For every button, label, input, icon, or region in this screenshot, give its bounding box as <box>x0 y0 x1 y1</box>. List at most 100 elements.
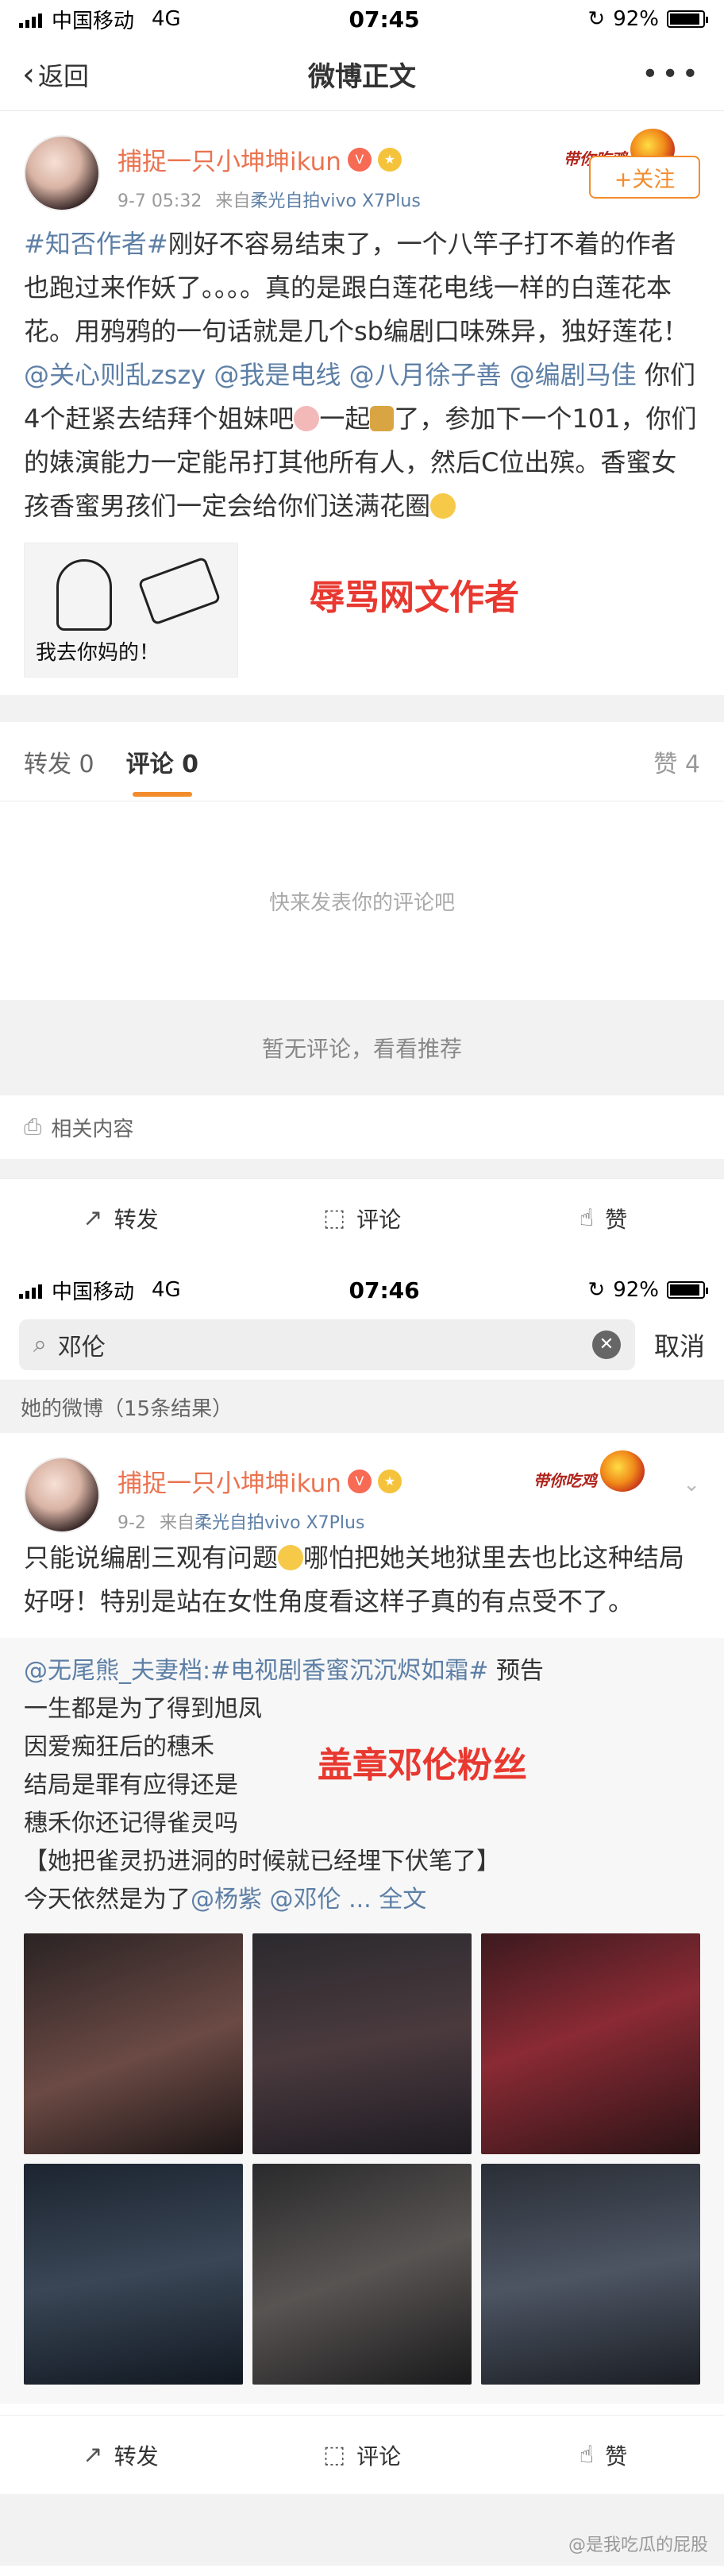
level-badge-icon-2: ★ <box>377 1469 402 1493</box>
no-comment-text[interactable]: 暂无评论，看看推荐 <box>262 1032 462 1064</box>
grid-image[interactable] <box>24 1933 243 2154</box>
thinking-emoji-icon-2 <box>278 1545 304 1570</box>
grid-image[interactable] <box>252 2164 472 2385</box>
vip-badge-icon: V <box>347 147 372 172</box>
page-title: 微博正文 <box>308 61 416 93</box>
chicken-icon-2 <box>600 1450 645 1492</box>
thinking-emoji-icon <box>430 493 456 519</box>
search-query: 邓伦 <box>57 1333 106 1361</box>
mention-denglun[interactable]: @邓伦 <box>270 1886 341 1914</box>
post-timestamp-2: 9-2 <box>117 1513 146 1533</box>
comment-button-2[interactable]: ⬚ 评论 <box>241 2439 483 2471</box>
clock: 07:45 <box>349 6 420 33</box>
decoration-text-2: 带你吃鸡 <box>533 1471 597 1490</box>
search-bar: ⌕ 邓伦 ✕ 取消 <box>0 1309 724 1381</box>
tab-like[interactable]: 赞 4 <box>653 744 700 779</box>
comment-icon-2: ⬚ <box>322 2441 346 2469</box>
lock-emoji-icon <box>370 406 395 431</box>
like-button-2[interactable]: ☝ 赞 <box>483 2439 724 2471</box>
post-text-segment <box>502 360 510 390</box>
quote-author[interactable]: @无尾熊_夫妻档 <box>24 1657 202 1685</box>
like-label-2: 赞 <box>605 2443 628 2470</box>
decoration-sticker-2: 带你吃鸡 <box>533 1450 660 1501</box>
related-content[interactable]: ⎙ 相关内容 <box>0 1095 724 1159</box>
quote-after: 预告 <box>488 1657 544 1685</box>
source-prefix: 来自 <box>215 191 251 211</box>
avatar[interactable] <box>24 135 100 211</box>
post-link[interactable]: @关心则乱zszy <box>24 360 206 390</box>
grid-image[interactable] <box>24 2164 243 2385</box>
grid-image[interactable] <box>481 2164 700 2385</box>
interaction-tabs: 转发 0 评论 0 赞 4 <box>0 722 724 801</box>
post-source-2[interactable]: 柔光自拍vivo X7Plus <box>194 1513 364 1533</box>
more-icon[interactable]: ••• <box>641 58 702 91</box>
post-text-segment <box>206 360 214 390</box>
post-source[interactable]: 柔光自拍vivo X7Plus <box>250 191 420 211</box>
grid-image[interactable] <box>252 1933 472 2154</box>
post-header-2: 捕捉一只小坤坤ikun V ★ 9-2 来自柔光自拍vivo X7Plus 带你… <box>24 1433 700 1533</box>
carrier-label-2: 中国移动 <box>52 1280 135 1304</box>
comment-button[interactable]: ⬚ 评论 <box>241 1203 483 1234</box>
signal-icon-2 <box>19 1281 42 1299</box>
post-link[interactable]: @编剧马佳 <box>510 360 637 390</box>
post-link[interactable]: @八月徐子善 <box>349 360 502 390</box>
post-timestamp: 9-7 05:32 <box>117 191 202 211</box>
results-header: 她的微博（15条结果） <box>0 1381 724 1433</box>
ghost-figure <box>56 559 112 631</box>
username-2[interactable]: 捕捉一只小坤坤ikun <box>117 1463 341 1499</box>
post-text-tail1: 一起 <box>319 404 371 434</box>
username[interactable]: 捕捉一只小坤坤ikun <box>117 141 341 177</box>
orientation-lock-icon-2: ↻ <box>587 1278 606 1302</box>
comment-prompt[interactable]: 快来发表你的评论吧 <box>269 886 455 916</box>
tab-repost[interactable]: 转发 0 <box>24 744 94 779</box>
post-text-segment <box>341 360 349 390</box>
post-text: #知否作者#刚好不容易结束了，一个八竿子打不着的作者也跑过来作妖了。。。。真的是… <box>24 222 700 528</box>
back-button[interactable]: ‹ 返回 <box>22 56 89 93</box>
annotation-label: 辱骂网文作者 <box>310 577 519 618</box>
thumbs-up-icon: ☝ <box>579 1204 595 1232</box>
cancel-button[interactable]: 取消 <box>654 1327 705 1363</box>
repost-button-2[interactable]: ↗ 转发 <box>0 2439 241 2471</box>
tab-comment[interactable]: 评论 0 <box>126 744 198 797</box>
avatar-2[interactable] <box>24 1457 100 1533</box>
nav-bar: ‹ 返回 微博正文 ••• <box>0 38 724 111</box>
quoted-post[interactable]: @无尾熊_夫妻档:#电视剧香蜜沉沉烬如霜# 预告 一生都是为了得到旭凤 因爱痴狂… <box>0 1638 724 2404</box>
orientation-lock-icon: ↻ <box>587 7 606 31</box>
footer-strip: @是我吃瓜的屁股 <box>0 2494 724 2566</box>
mention-yangzi[interactable]: @杨紫 <box>191 1886 262 1914</box>
source-prefix-2: 来自 <box>159 1513 194 1533</box>
repost-button[interactable]: ↗ 转发 <box>0 1203 241 1234</box>
signal-icon <box>19 10 42 28</box>
follow-button[interactable]: +关注 <box>589 156 700 199</box>
post-link[interactable]: #知否作者# <box>24 229 168 259</box>
repost-label: 转发 <box>114 1206 159 1233</box>
bottom-toolbar-2: ↗ 转发 ⬚ 评论 ☝ 赞 <box>0 2415 724 2494</box>
comment-empty-state: 快来发表你的评论吧 <box>0 801 724 1000</box>
repost-icon-2: ↗ <box>83 2441 103 2469</box>
search-input[interactable]: ⌕ 邓伦 ✕ <box>19 1319 635 1370</box>
screen-post-detail: 中国移动 4G 07:45 ↻ 92% ‹ 返回 微博正文 ••• 捕捉一只小坤… <box>0 0 724 1271</box>
quote-line: 穗禾你还记得雀灵吗 <box>24 1809 238 1837</box>
full-text-link[interactable]: ... 全文 <box>349 1886 426 1914</box>
annotation-label-2: 盖章邓伦粉丝 <box>318 1745 527 1786</box>
meme-caption: 我去你妈的！ <box>36 641 160 665</box>
meme-image[interactable]: 我去你妈的！ <box>24 543 238 678</box>
like-label: 赞 <box>605 1206 628 1233</box>
bottom-toolbar: ↗ 转发 ⬚ 评论 ☝ 赞 <box>0 1178 724 1257</box>
chevron-down-icon[interactable]: ⌄ <box>683 1473 700 1497</box>
image-grid <box>24 1933 700 2385</box>
search-icon: ⌕ <box>33 1330 47 1358</box>
quote-topic[interactable]: :#电视剧香蜜沉沉烬如霜# <box>202 1657 488 1685</box>
like-button[interactable]: ☝ 赞 <box>483 1203 724 1234</box>
gesture-figure <box>137 556 221 626</box>
post-link[interactable]: @我是电线 <box>214 360 341 390</box>
repost-icon: ↗ <box>83 1204 103 1232</box>
related-icon: ⎙ <box>24 1114 42 1140</box>
clear-icon[interactable]: ✕ <box>591 1330 621 1359</box>
grid-image[interactable] <box>481 1933 700 2154</box>
battery-percent-2: 92% <box>613 1278 659 1302</box>
watermark: @是我吃瓜的屁股 <box>568 2535 708 2555</box>
related-label: 相关内容 <box>51 1117 134 1141</box>
weibo-post: 捕捉一只小坤坤ikun V ★ 9-7 05:32 来自柔光自拍vivo X7P… <box>0 111 724 695</box>
status-bar: 中国移动 4G 07:45 ↻ 92% <box>0 0 724 38</box>
